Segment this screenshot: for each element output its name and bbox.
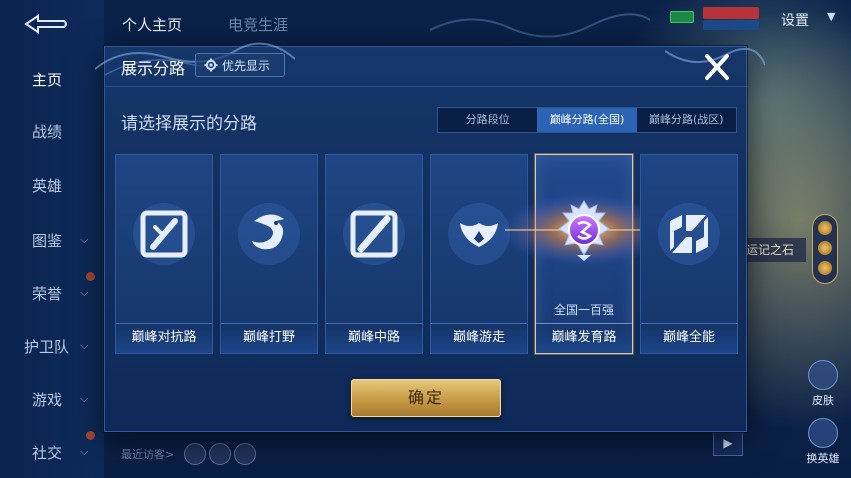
- select-route-prompt: 请选择展示的分路: [121, 114, 257, 134]
- gear-icon: [204, 58, 218, 72]
- route-card-clash-lane[interactable]: 巅峰对抗路: [115, 154, 213, 354]
- avatar[interactable]: [209, 443, 231, 465]
- route-card-label: 巅峰中路: [326, 323, 422, 353]
- nav-item-honor[interactable]: 荣誉 ⌵: [0, 272, 100, 308]
- avatar[interactable]: [184, 443, 206, 465]
- side-tag[interactable]: 运记之石: [740, 238, 806, 262]
- clash-lane-icon: [133, 203, 195, 265]
- nav-item-home[interactable]: 主页: [0, 64, 100, 94]
- chevron-down-icon: ⌵: [80, 233, 89, 246]
- route-card-label: 巅峰发育路: [536, 323, 632, 353]
- left-nav: 主页 战绩 英雄 图鉴 ⌵ 荣誉 ⌵ 护卫队 ⌵ 游戏 ⌵ 社交 ⌵: [0, 0, 104, 478]
- skin-button[interactable]: 皮肤: [800, 360, 846, 408]
- swap-hero-icon: [808, 418, 838, 448]
- chevron-down-icon[interactable]: ▼: [827, 10, 835, 23]
- nav-item-label: 护卫队: [24, 337, 70, 356]
- tab-peak-route-region[interactable]: 巅峰分路(战区): [637, 108, 736, 132]
- notification-dot: [86, 272, 95, 281]
- modal-header: 展示分路 优先显示: [105, 47, 748, 87]
- route-card-label: 巅峰游走: [431, 323, 527, 353]
- nav-item-label: 图鉴: [32, 231, 63, 250]
- route-card-label: 巅峰对抗路: [116, 323, 212, 353]
- change-hero-button[interactable]: 换英雄: [800, 418, 846, 466]
- settings-button[interactable]: 设置: [781, 10, 809, 30]
- nav-item-record[interactable]: 战绩: [0, 116, 100, 146]
- decorative-swirl: [430, 13, 650, 38]
- rank-text: 全国一百强: [553, 303, 614, 317]
- nav-item-label: 主页: [32, 70, 63, 89]
- confirm-button[interactable]: 确定: [351, 379, 501, 417]
- route-scope-switch: 分路段位 巅峰分路(全国) 巅峰分路(战区): [437, 107, 737, 133]
- route-card-label: 巅峰打野: [221, 323, 317, 353]
- nav-item-guard[interactable]: 护卫队 ⌵: [0, 331, 100, 361]
- play-icon[interactable]: ▶: [713, 430, 743, 456]
- mid-lane-icon: [343, 203, 405, 265]
- medal-icon: [818, 261, 832, 275]
- medal-icon: [818, 241, 832, 255]
- nav-item-social[interactable]: 社交 ⌵: [0, 431, 100, 467]
- chevron-down-icon: ⌵: [80, 392, 89, 405]
- jungle-dragon-icon: [238, 203, 300, 265]
- back-arrow-icon[interactable]: [22, 12, 70, 36]
- chevron-down-icon: ⌵: [80, 445, 89, 458]
- route-card-farm-lane[interactable]: 全国一百强 巅峰发育路: [500, 154, 670, 354]
- route-card-label: 巅峰全能: [641, 323, 737, 353]
- nav-item-game[interactable]: 游戏 ⌵: [0, 384, 100, 414]
- nav-item-label: 英雄: [32, 176, 63, 195]
- tab-route-rank[interactable]: 分路段位: [438, 108, 537, 132]
- chevron-down-icon: ⌵: [80, 339, 89, 352]
- promo-badge[interactable]: [703, 7, 759, 19]
- nav-item-label: 战绩: [32, 122, 63, 141]
- avatar[interactable]: [234, 443, 256, 465]
- chevron-down-icon: ⌵: [80, 286, 89, 299]
- nav-item-gallery[interactable]: 图鉴 ⌵: [0, 225, 100, 255]
- route-card-mid-lane[interactable]: 巅峰中路: [325, 154, 423, 354]
- medal-icon: [818, 221, 832, 235]
- nav-item-label: 荣誉: [32, 284, 63, 303]
- priority-display-button[interactable]: 优先显示: [195, 53, 285, 77]
- promo-bar: [703, 20, 759, 30]
- route-card-jungle[interactable]: 巅峰打野: [220, 154, 318, 354]
- right-icon-strip[interactable]: [812, 214, 838, 284]
- modal-title: 展示分路: [121, 59, 186, 78]
- tab-esports-career[interactable]: 电竞生涯: [228, 14, 288, 35]
- route-display-modal: 展示分路 优先显示 请选择展示的分路 分路段位 巅峰分路(全国) 巅峰分路(战区…: [95, 42, 765, 432]
- priority-display-label: 优先显示: [222, 58, 271, 73]
- tab-personal-home[interactable]: 个人主页: [122, 14, 182, 35]
- battery-icon: [670, 11, 694, 23]
- recent-visitors-link[interactable]: 最近访客>: [121, 446, 174, 462]
- all-round-icon: [658, 203, 720, 265]
- skin-button-label: 皮肤: [812, 394, 834, 407]
- route-card-list: 巅峰对抗路 巅峰打野 巅峰中路 巅峰游走 全国一百强 巅峰发育路 巅峰全能: [115, 154, 740, 354]
- tab-peak-route-national[interactable]: 巅峰分路(全国): [537, 108, 637, 132]
- change-hero-label: 换英雄: [806, 452, 840, 465]
- nav-item-label: 社交: [32, 443, 63, 462]
- notification-dot: [86, 431, 95, 440]
- close-icon[interactable]: [699, 51, 735, 83]
- skin-icon: [808, 360, 838, 390]
- nav-item-label: 游戏: [32, 390, 63, 409]
- route-card-all-round[interactable]: 巅峰全能: [640, 154, 738, 354]
- farm-lane-badge-icon: [558, 200, 610, 261]
- nav-item-heroes[interactable]: 英雄: [0, 170, 100, 200]
